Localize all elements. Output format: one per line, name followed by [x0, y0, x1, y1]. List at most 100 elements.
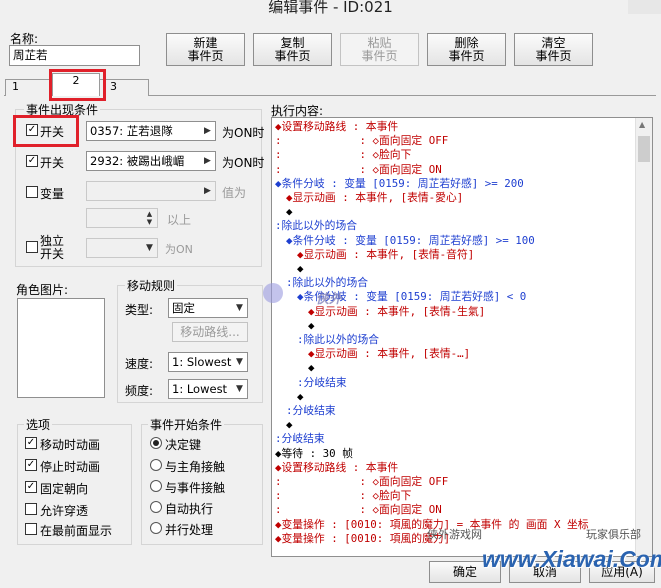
command-line[interactable]: ◆等待 : 30 帧: [275, 447, 353, 461]
command-line[interactable]: ◆: [297, 390, 304, 404]
watermark-club: 玩家俱乐部: [586, 529, 641, 541]
move-route-button[interactable]: 移动路线...: [172, 322, 248, 342]
switch2-value: 2932: 被踢出峨嵋: [90, 154, 185, 168]
paste-page-label-2: 事件页: [361, 49, 398, 63]
through-checkbox[interactable]: [25, 503, 37, 515]
movement-freq-label: 频度:: [125, 384, 154, 398]
command-line[interactable]: ◆: [286, 418, 293, 432]
variable-label: 变量: [40, 187, 65, 201]
command-line[interactable]: ◆条件分岐 : 变量 [0159: 周芷若好感] >= 100: [286, 234, 535, 248]
command-line[interactable]: ◆显示动画 : 本事件, [表情-愛心]: [286, 191, 463, 205]
variable-value-spinner[interactable]: ▲ ▼: [86, 208, 158, 228]
chevron-down-icon: ▼: [236, 303, 243, 313]
command-line[interactable]: ◆: [297, 262, 304, 276]
command-line[interactable]: : : ◇面向固定 ON: [275, 163, 442, 177]
command-line[interactable]: ◆: [308, 361, 315, 375]
direction-fix-checkbox[interactable]: ✓: [25, 481, 37, 493]
command-line[interactable]: :分岐结束: [275, 432, 325, 446]
switch1-suffix: 为ON时: [222, 126, 265, 140]
trigger-player-touch-radio[interactable]: [150, 459, 162, 471]
new-page-label-2: 事件页: [187, 49, 224, 63]
command-line[interactable]: : : ◇脸向下: [275, 489, 411, 503]
variable-more-label: 以上: [167, 213, 192, 227]
self-switch-label-2: 开关: [40, 247, 65, 261]
variable-checkbox[interactable]: [26, 186, 38, 198]
command-line[interactable]: :分岐结束: [297, 376, 347, 390]
title-bar: 编辑事件 - ID:021: [0, 0, 661, 20]
switch2-suffix: 为ON时: [222, 156, 265, 170]
command-line[interactable]: ◆变量操作 : [0010: 項風的魔力]: [275, 532, 450, 546]
paste-page-button[interactable]: 粘贴 事件页: [340, 33, 419, 66]
command-line[interactable]: : : ◇面向固定 OFF: [275, 134, 448, 148]
walk-anim-checkbox[interactable]: ✓: [25, 437, 37, 449]
always-on-top-checkbox[interactable]: [25, 523, 37, 535]
tab-page-3-label: 3: [110, 80, 117, 93]
command-line[interactable]: ◆: [308, 319, 315, 333]
exec-scroll-thumb[interactable]: [638, 136, 650, 162]
variable-suffix: 值为: [222, 186, 247, 200]
switch1-value: 0357: 芷若退隊: [90, 124, 173, 138]
self-switch-select[interactable]: ▼: [86, 238, 158, 258]
delete-page-label-2: 事件页: [448, 49, 485, 63]
trigger-event-touch-radio[interactable]: [150, 480, 162, 492]
self-switch-suffix: 为ON: [165, 243, 193, 256]
trigger-parallel-radio[interactable]: [150, 522, 162, 534]
tab-page-1[interactable]: 1: [5, 79, 53, 96]
trigger-action-label: 决定键: [165, 438, 202, 452]
options-title: 选项: [24, 416, 53, 433]
movement-type-select[interactable]: 固定 ▼: [168, 298, 248, 318]
movement-title: 移动规则: [125, 277, 178, 294]
trigger-action-radio[interactable]: [150, 437, 162, 449]
variable-select[interactable]: ▶: [86, 181, 216, 201]
command-line[interactable]: : : ◇面向固定 OFF: [275, 475, 448, 489]
movement-freq-value: 1: Lowest: [172, 382, 228, 396]
movement-speed-label: 速度:: [125, 357, 154, 371]
self-switch-checkbox[interactable]: [26, 241, 38, 253]
command-line[interactable]: ◆条件分岐 : 变量 [0159: 周芷若好感] >= 200: [275, 177, 524, 191]
command-line[interactable]: ◆显示动画 : 本事件, [表情-…]: [308, 347, 470, 361]
command-line[interactable]: : : ◇脸向下: [275, 148, 411, 162]
movement-freq-select[interactable]: 1: Lowest ▼: [168, 379, 248, 399]
switch2-checkbox[interactable]: ✓: [26, 155, 38, 167]
switch2-label: 开关: [40, 156, 65, 170]
chevron-right-icon: ▶: [204, 186, 211, 196]
command-line[interactable]: :除此以外的场合: [297, 333, 379, 347]
name-input[interactable]: 周芷若: [9, 45, 140, 66]
step-anim-checkbox[interactable]: ✓: [25, 459, 37, 471]
command-line[interactable]: ◆: [286, 205, 293, 219]
scroll-up-icon[interactable]: ▲: [639, 120, 645, 129]
trigger-autorun-radio[interactable]: [150, 501, 162, 513]
watermark-game: 侠外游戏网: [427, 529, 482, 541]
switch1-select[interactable]: 0357: 芷若退隊 ▶: [86, 121, 216, 141]
command-line[interactable]: :分岐结束: [286, 404, 336, 418]
self-switch-label: 独立 开关: [40, 235, 64, 261]
clear-page-label-2: 事件页: [535, 49, 572, 63]
movement-speed-select[interactable]: 1: Slowest ▼: [168, 352, 248, 372]
trigger-event-touch-label: 与事件接触: [165, 481, 226, 495]
copy-page-button[interactable]: 复制 事件页: [253, 33, 332, 66]
through-label: 允许穿透: [40, 504, 89, 518]
command-line[interactable]: :除此以外的场合: [275, 219, 357, 233]
command-line[interactable]: ◆设置移动路线 : 本事件: [275, 461, 398, 475]
walk-anim-label: 移动时动画: [40, 438, 101, 452]
exec-scrollbar[interactable]: ▲: [635, 118, 652, 556]
spinner-arrows-icon: ▲ ▼: [146, 210, 153, 226]
graphic-preview[interactable]: [17, 298, 105, 398]
step-anim-label: 停止时动画: [40, 460, 101, 474]
exec-command-list[interactable]: ◆设置移动路线 : 本事件: : ◇面向固定 OFF: : ◇脸向下: : ◇面…: [271, 117, 653, 557]
switch2-select[interactable]: 2932: 被踢出峨嵋 ▶: [86, 151, 216, 171]
close-window-button[interactable]: [628, 0, 661, 14]
new-page-button[interactable]: 新建 事件页: [166, 33, 245, 66]
tab-page-3[interactable]: 3: [99, 79, 149, 96]
command-line[interactable]: ◆设置移动路线 : 本事件: [275, 120, 398, 134]
trigger-autorun-label: 自动执行: [165, 502, 214, 516]
graphic-title: 角色图片:: [16, 283, 69, 297]
chevron-down-icon: ▼: [146, 243, 153, 253]
clear-page-button[interactable]: 清空 事件页: [514, 33, 593, 66]
trigger-parallel-label: 并行处理: [165, 523, 214, 537]
command-line[interactable]: : : ◇面向固定 ON: [275, 503, 442, 517]
movement-type-label: 类型:: [125, 303, 154, 317]
command-line[interactable]: ◆显示动画 : 本事件, [表情-音符]: [297, 248, 474, 262]
delete-page-button[interactable]: 删除 事件页: [427, 33, 506, 66]
chevron-down-icon: ▼: [236, 384, 243, 394]
